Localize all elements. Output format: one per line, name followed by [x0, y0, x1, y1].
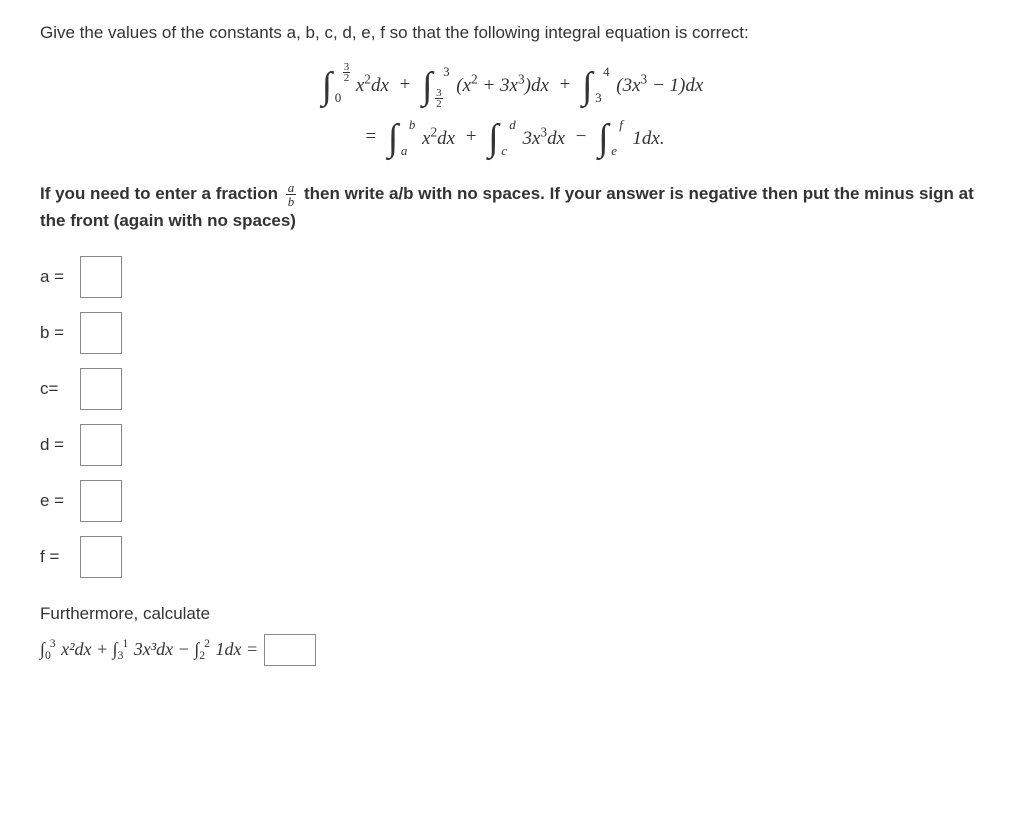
- input-c[interactable]: [80, 368, 122, 410]
- question-prompt: Give the values of the constants a, b, c…: [40, 20, 984, 46]
- integral-equation: ∫ 32 0 x2dx + ∫ 3 32 (x2 + 3x3)dx + ∫ 4 …: [40, 64, 984, 160]
- label-a: a =: [40, 267, 74, 287]
- answer-row-f: f =: [40, 536, 984, 578]
- plus-op: +: [466, 126, 477, 147]
- input-f[interactable]: [80, 536, 122, 578]
- integral-term-3: ∫ 4 3 (3x3 − 1)dx: [581, 64, 703, 107]
- integral-term-2: ∫ 3 32 (x2 + 3x3)dx: [421, 64, 549, 107]
- integral-term-a-b: ∫ b a x2dx: [387, 117, 455, 160]
- integral-term-1: ∫ 32 0 x2dx: [321, 64, 389, 107]
- input-a[interactable]: [80, 256, 122, 298]
- instructions: If you need to enter a fraction a b then…: [40, 181, 984, 234]
- input-e[interactable]: [80, 480, 122, 522]
- answer-row-e: e =: [40, 480, 984, 522]
- fraction-example: a b: [286, 181, 297, 208]
- equation-line-2: = ∫ b a x2dx + ∫ d c 3x3dx − ∫ f e 1dx.: [40, 116, 984, 159]
- input-b[interactable]: [80, 312, 122, 354]
- plus-op: +: [400, 74, 411, 95]
- input-calculate[interactable]: [264, 634, 316, 666]
- furthermore-section: Furthermore, calculate ∫03 x²dx + ∫31 3x…: [40, 604, 984, 666]
- furthermore-label: Furthermore, calculate: [40, 604, 984, 624]
- label-c: c=: [40, 379, 74, 399]
- label-b: b =: [40, 323, 74, 343]
- integral-term-c-d: ∫ d c 3x3dx: [487, 117, 565, 160]
- calculate-expression: ∫03 x²dx + ∫31 3x³dx − ∫22 1dx =: [40, 634, 984, 666]
- label-e: e =: [40, 491, 74, 511]
- answer-row-d: d =: [40, 424, 984, 466]
- answer-row-b: b =: [40, 312, 984, 354]
- label-f: f =: [40, 547, 74, 567]
- integral-term-e-f: ∫ f e 1dx.: [597, 117, 664, 160]
- prompt-text: Give the values of the constants a, b, c…: [40, 23, 749, 42]
- equals-op: =: [365, 126, 376, 147]
- input-d[interactable]: [80, 424, 122, 466]
- label-d: d =: [40, 435, 74, 455]
- minus-op: −: [576, 126, 587, 147]
- instructions-text-1: If you need to enter a fraction: [40, 184, 283, 203]
- equation-line-1: ∫ 32 0 x2dx + ∫ 3 32 (x2 + 3x3)dx + ∫ 4 …: [40, 64, 984, 107]
- answer-row-c: c=: [40, 368, 984, 410]
- answer-row-a: a =: [40, 256, 984, 298]
- plus-op: +: [560, 74, 571, 95]
